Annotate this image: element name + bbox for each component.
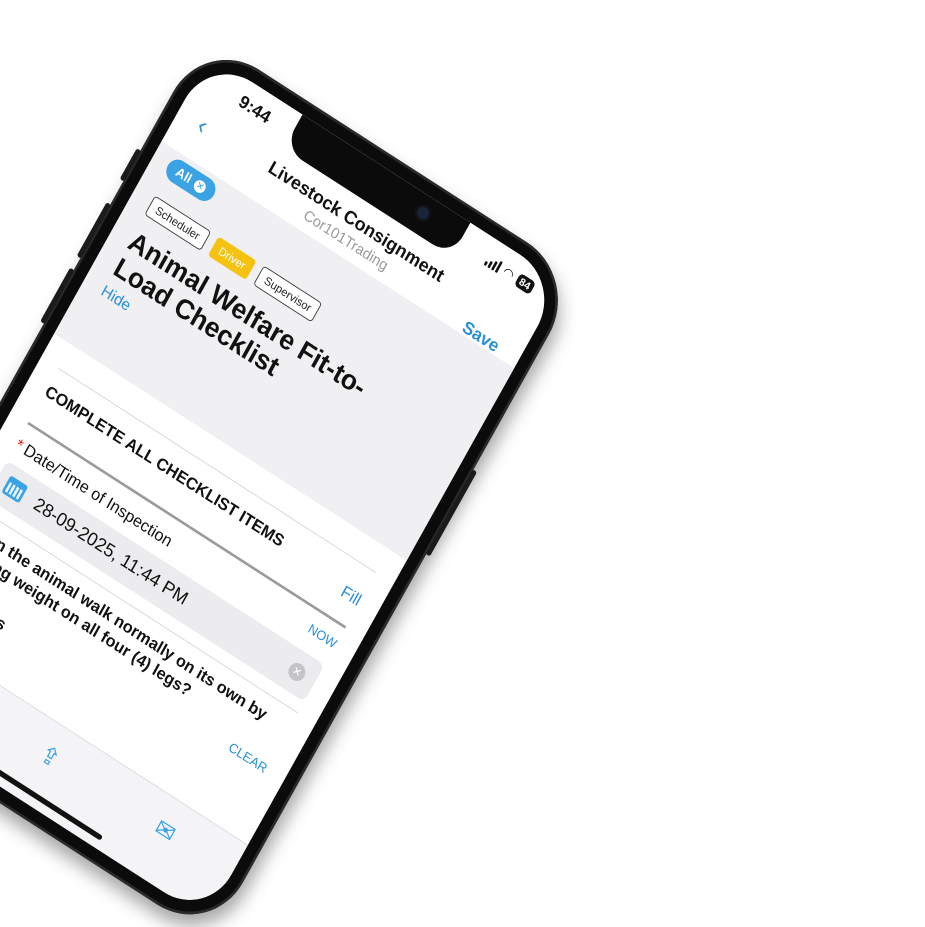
share-icon[interactable]: ⇪ — [34, 738, 65, 774]
status-time: 9:44 — [235, 91, 274, 128]
signal-icon — [483, 254, 503, 274]
calendar-icon — [1, 475, 29, 504]
option-yes-label: Yes — [0, 603, 9, 635]
now-button[interactable]: NOW — [305, 621, 339, 651]
phone: 9:44 ◠ 84 ‹ Livestock Consignment Cor101… — [0, 35, 581, 927]
role-badge-driver[interactable]: Driver — [207, 236, 257, 281]
wifi-icon: ◠ — [500, 264, 517, 283]
camera-icon — [414, 204, 431, 222]
stage: 9:44 ◠ 84 ‹ Livestock Consignment Cor101… — [0, 0, 925, 927]
filter-chip-label: All — [172, 164, 195, 187]
close-icon[interactable]: ✕ — [191, 177, 209, 195]
mail-icon[interactable]: ✉ — [150, 812, 181, 848]
clear-field-icon[interactable]: ✕ — [285, 659, 309, 685]
battery-icon: 84 — [513, 272, 537, 296]
